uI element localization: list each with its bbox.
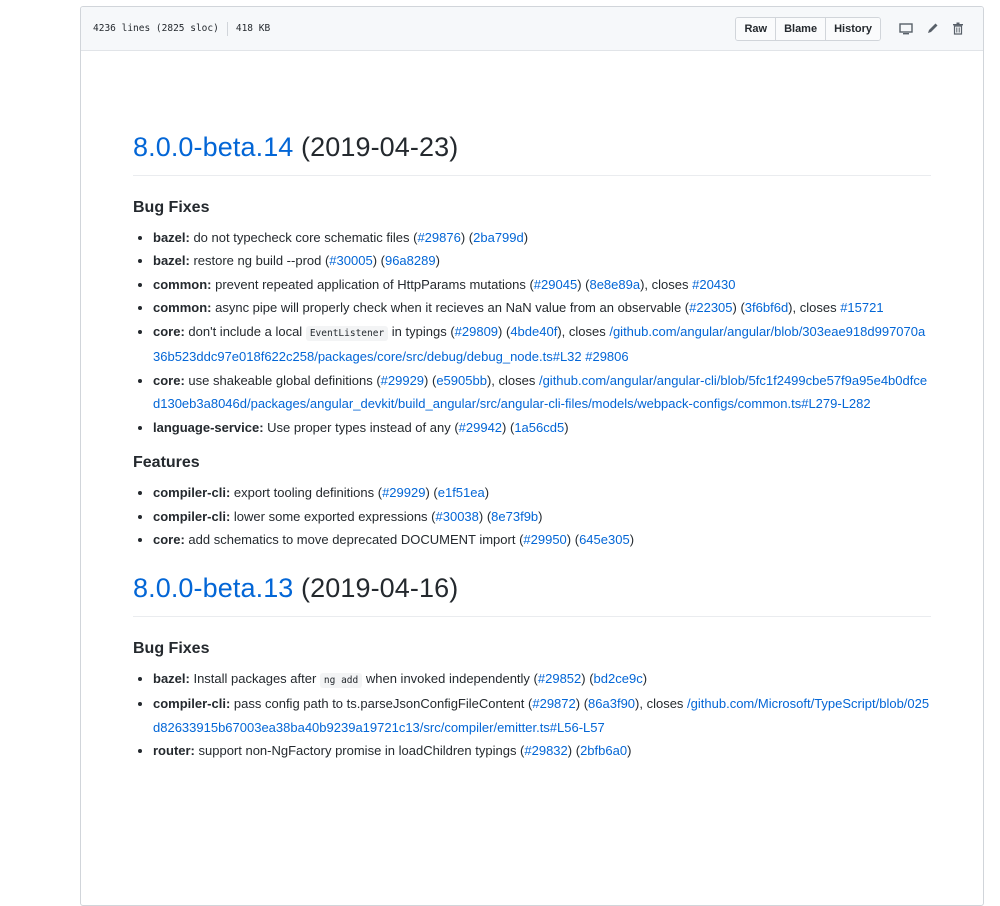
pr-link[interactable]: #29929	[381, 373, 424, 388]
list-item: compiler-cli: pass config path to ts.par…	[153, 692, 931, 739]
list-item: compiler-cli: lower some exported expres…	[153, 505, 931, 529]
inline-code: ng add	[319, 672, 363, 688]
blame-button[interactable]: Blame	[776, 17, 827, 40]
commit-link[interactable]: 86a3f90	[588, 696, 635, 711]
pr-link[interactable]: #29950	[523, 532, 566, 547]
markdown-body: 8.0.0-beta.14 (2019-04-23) Bug Fixes bazel…	[81, 131, 983, 763]
pr-link[interactable]: #29872	[532, 696, 575, 711]
change-scope: bazel:	[153, 670, 190, 686]
view-button-group: Raw Blame History	[735, 16, 881, 41]
list-item: common: async pipe will properly check w…	[153, 296, 931, 320]
list-item: bazel: do not typecheck core schematic f…	[153, 226, 931, 250]
list-item: bazel: restore ng build --prod (#30005) …	[153, 249, 931, 273]
commit-link[interactable]: 8e8e89a	[589, 277, 640, 292]
list-item: bazel: Install packages after ng add whe…	[153, 667, 931, 693]
section-heading: Features	[133, 454, 200, 472]
change-scope: common:	[153, 276, 212, 292]
change-list: bazel: Install packages after ng add whe…	[133, 667, 931, 763]
change-scope: language-service:	[153, 419, 264, 435]
release-version-link[interactable]: 8.0.0-beta.13	[133, 573, 293, 603]
commit-link[interactable]: 1a56cd5	[514, 420, 564, 435]
commit-link[interactable]: 8e73f9b	[491, 509, 538, 524]
change-scope: core:	[153, 372, 185, 388]
list-item: core: add schematics to move deprecated …	[153, 528, 931, 552]
pr-link[interactable]: #29942	[459, 420, 502, 435]
divider	[226, 21, 228, 36]
list-item: common: prevent repeated application of …	[153, 273, 931, 297]
change-scope: compiler-cli:	[153, 696, 231, 711]
pr-link[interactable]: #30038	[436, 509, 479, 524]
release-date: (2019-04-16)	[293, 572, 459, 603]
change-list: compiler-cli: export tooling definitions…	[133, 481, 931, 552]
section-heading: Bug Fixes	[133, 639, 210, 657]
change-scope: common:	[153, 300, 212, 316]
file-size: 418 KB	[235, 23, 271, 34]
list-item: core: don't include a local EventListene…	[153, 320, 931, 369]
list-item: core: use shakeable global definitions (…	[153, 369, 931, 416]
pr-link[interactable]: #29929	[382, 485, 425, 500]
change-list: bazel: do not typecheck core schematic f…	[133, 226, 931, 440]
list-item: compiler-cli: export tooling definitions…	[153, 481, 931, 505]
commit-link[interactable]: 3f6bf6d	[745, 300, 788, 315]
pr-link[interactable]: #30005	[329, 253, 372, 268]
pr-link[interactable]: #29852	[538, 671, 581, 686]
file-info: 4236 lines (2825 sloc) 418 KB	[93, 21, 271, 36]
commit-link[interactable]: 645e305	[579, 532, 630, 547]
change-scope: compiler-cli:	[153, 508, 231, 524]
closes-link[interactable]: #20430	[692, 277, 735, 292]
change-scope: bazel:	[153, 229, 190, 245]
list-item: router: support non-NgFactory promise in…	[153, 739, 931, 763]
release-heading: 8.0.0-beta.14 (2019-04-23)	[133, 131, 931, 176]
pencil-icon[interactable]	[921, 18, 943, 40]
list-item: language-service: Use proper types inste…	[153, 416, 931, 440]
file-actions: Raw Blame History	[735, 16, 969, 41]
change-scope: compiler-cli:	[153, 485, 231, 501]
change-scope: core:	[153, 532, 185, 548]
change-scope: core:	[153, 323, 185, 339]
commit-link[interactable]: 2bfb6a0	[580, 743, 627, 758]
closes-link[interactable]: #15721	[840, 300, 883, 315]
raw-button[interactable]: Raw	[736, 17, 777, 40]
line-count: 4236 lines (2825 sloc)	[93, 23, 219, 34]
commit-link[interactable]: 96a8289	[385, 253, 436, 268]
change-scope: router:	[153, 743, 195, 758]
pr-link[interactable]: #29809	[455, 324, 498, 339]
commit-link[interactable]: e5905bb	[436, 373, 487, 388]
commit-link[interactable]: e1f51ea	[438, 485, 485, 500]
file-header: 4236 lines (2825 sloc) 418 KB Raw Blame …	[81, 7, 983, 51]
section-heading: Bug Fixes	[133, 198, 210, 216]
pr-link[interactable]: #22305	[689, 300, 732, 315]
trash-icon[interactable]	[947, 18, 969, 40]
commit-link[interactable]: bd2ce9c	[594, 671, 643, 686]
release-heading: 8.0.0-beta.13 (2019-04-16)	[133, 572, 931, 617]
pr-link[interactable]: #29045	[534, 277, 577, 292]
history-button[interactable]: History	[826, 17, 880, 40]
commit-link[interactable]: 4bde40f	[510, 324, 557, 339]
desktop-icon[interactable]	[895, 18, 917, 40]
release-version-link[interactable]: 8.0.0-beta.14	[133, 132, 293, 162]
pr-link[interactable]: #29832	[524, 743, 567, 758]
file-viewer: 4236 lines (2825 sloc) 418 KB Raw Blame …	[80, 6, 984, 906]
commit-link[interactable]: 2ba799d	[473, 230, 524, 245]
inline-code: EventListener	[305, 325, 389, 341]
closes-link[interactable]: /github.com/angular/angular-cli/blob/5fc…	[153, 373, 927, 412]
pr-link[interactable]: #29876	[417, 230, 460, 245]
release-date: (2019-04-23)	[293, 132, 459, 162]
change-scope: bazel:	[153, 253, 190, 269]
